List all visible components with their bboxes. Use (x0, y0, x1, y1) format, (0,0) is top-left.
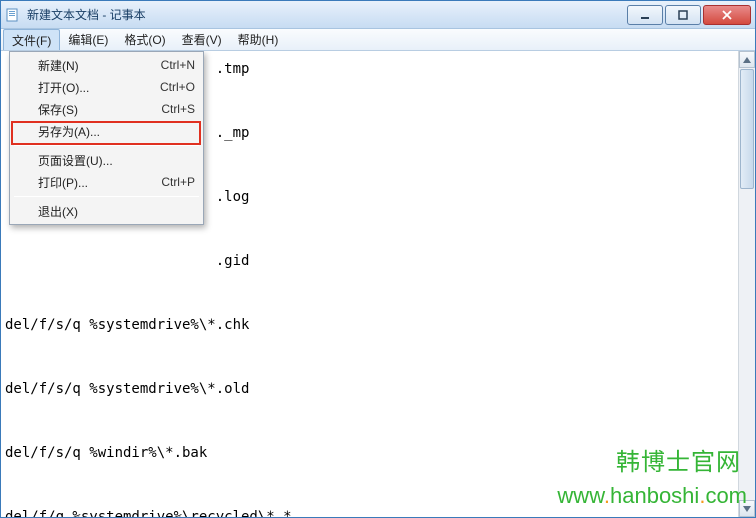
menu-item-print[interactable]: 打印(P)... Ctrl+P (12, 171, 201, 193)
menu-label: 另存为(A)... (38, 123, 100, 140)
text-line: del/f/q %systemdrive%\recycled\*.* (5, 509, 292, 517)
menu-shortcut: Ctrl+N (161, 58, 195, 72)
text-line: .log (216, 189, 250, 205)
menu-item-exit[interactable]: 退出(X) (12, 200, 201, 222)
maximize-button[interactable] (665, 5, 701, 25)
menu-label: 页面设置(U)... (38, 152, 113, 169)
menu-format[interactable]: 格式(O) (116, 29, 173, 50)
content-area: del/f/s/q %systemdrive%\*.tmp del/f/s/q … (1, 51, 755, 517)
menu-edit[interactable]: 编辑(E) (60, 29, 116, 50)
window-controls (625, 5, 751, 25)
window-title: 新建文本文档 - 记事本 (27, 6, 625, 23)
menu-item-open[interactable]: 打开(O)... Ctrl+O (12, 76, 201, 98)
text-line: .tmp (216, 61, 250, 77)
scroll-thumb[interactable] (740, 69, 754, 189)
close-button[interactable] (703, 5, 751, 25)
scroll-down-button[interactable] (739, 500, 755, 517)
text-line: del/f/s/q %windir%\*.bak (5, 445, 207, 461)
file-menu-dropdown: 新建(N) Ctrl+N 打开(O)... Ctrl+O 保存(S) Ctrl+… (9, 51, 204, 225)
menu-item-pagesetup[interactable]: 页面设置(U)... (12, 149, 201, 171)
notepad-icon (5, 7, 21, 23)
menu-label: 打开(O)... (38, 79, 89, 96)
vertical-scrollbar[interactable] (738, 51, 755, 517)
menubar: 文件(F) 编辑(E) 格式(O) 查看(V) 帮助(H) (1, 29, 755, 51)
text-line: del/f/s/q %systemdrive%\*.old (5, 381, 249, 397)
menu-separator (14, 196, 199, 197)
menu-separator (14, 145, 199, 146)
menu-label: 打印(P)... (38, 174, 88, 191)
menu-item-new[interactable]: 新建(N) Ctrl+N (12, 54, 201, 76)
minimize-button[interactable] (627, 5, 663, 25)
menu-shortcut: Ctrl+S (161, 102, 195, 116)
menu-label: 退出(X) (38, 203, 78, 220)
notepad-window: 新建文本文档 - 记事本 文件(F) 编辑(E) 格式(O) 查看(V) 帮助(… (0, 0, 756, 518)
text-line: del/f/s/q %systemdrive%\*.chk (5, 317, 249, 333)
menu-file[interactable]: 文件(F) (3, 29, 60, 50)
menu-item-saveas[interactable]: 另存为(A)... (12, 120, 201, 142)
menu-shortcut: Ctrl+O (160, 80, 195, 94)
menu-help[interactable]: 帮助(H) (230, 29, 287, 50)
menu-view[interactable]: 查看(V) (174, 29, 230, 50)
scroll-up-button[interactable] (739, 51, 755, 68)
text-line: .gid (216, 253, 250, 269)
titlebar: 新建文本文档 - 记事本 (1, 1, 755, 29)
menu-label: 保存(S) (38, 101, 78, 118)
menu-shortcut: Ctrl+P (161, 175, 195, 189)
menu-label: 新建(N) (38, 57, 79, 74)
menu-item-save[interactable]: 保存(S) Ctrl+S (12, 98, 201, 120)
text-line: ._mp (216, 125, 250, 141)
